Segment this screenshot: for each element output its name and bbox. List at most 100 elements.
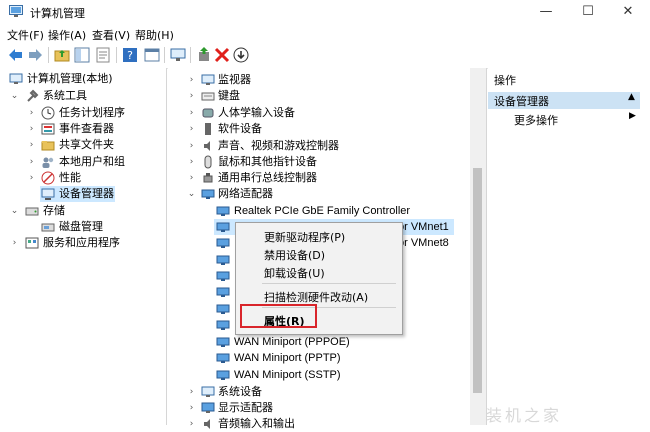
device-item-label: Realtek PCIe GbE Family Controller (234, 205, 411, 217)
uninstall-icon[interactable] (213, 46, 231, 64)
chevron-right-icon[interactable]: › (187, 121, 196, 137)
device-item[interactable]: WAN Miniport (PPPOE) (168, 334, 468, 350)
device-category-display[interactable]: › 显示适配器 (168, 400, 468, 416)
tree-item-storage[interactable]: ⌄ 存储 (0, 203, 166, 219)
tree-item-label: 任务计划程序 (59, 106, 125, 119)
highlight-box (240, 304, 317, 328)
help-icon[interactable]: ? (121, 46, 139, 64)
chevron-right-icon[interactable]: › (187, 416, 196, 432)
show-tree-icon[interactable] (73, 46, 91, 64)
tree-item-label: 存储 (43, 204, 65, 217)
tree-item-shared-folders[interactable]: › 共享文件夹 (0, 137, 166, 153)
mouse-icon (204, 155, 212, 169)
scrollbar-thumb[interactable] (473, 168, 482, 393)
collapse-up-icon[interactable]: ▲ (628, 92, 635, 102)
tree-item-local-users[interactable]: › 本地用户和组 (0, 154, 166, 170)
device-item[interactable]: WAN Miniport (PPTP) (168, 350, 468, 366)
forward-icon[interactable] (26, 46, 44, 64)
device-item-label: WAN Miniport (PPTP) (234, 352, 341, 364)
tree-item-performance[interactable]: › 性能 (0, 170, 166, 186)
network-adapter-icon (201, 189, 215, 199)
console-icon[interactable] (143, 46, 161, 64)
chevron-right-icon[interactable]: › (187, 88, 196, 104)
tree-item-disk-management[interactable]: 磁盘管理 (0, 219, 166, 235)
device-category-hid[interactable]: › 人体学输入设备 (168, 105, 468, 121)
device-category-system[interactable]: › 系统设备 (168, 384, 468, 400)
tools-icon (27, 89, 39, 102)
chevron-right-icon[interactable]: › (187, 105, 196, 121)
shared-folder-icon (41, 141, 55, 151)
device-category-audio-io[interactable]: › 音频输入和输出 (168, 416, 468, 432)
actions-header: 操作 (494, 74, 516, 87)
device-category-network[interactable]: ⌄ 网络适配器 (168, 186, 468, 202)
tree-item-services-apps[interactable]: › 服务和应用程序 (0, 235, 166, 251)
menu-view[interactable]: 查看(V) (92, 27, 130, 43)
device-category-monitors[interactable]: › 监视器 (168, 72, 468, 88)
chevron-right-icon[interactable]: › (187, 384, 196, 400)
actions-section-device-manager[interactable]: 设备管理器 ▲ (488, 92, 640, 109)
chevron-right-icon[interactable]: › (27, 170, 36, 186)
device-category-label: 系统设备 (218, 385, 262, 398)
device-category-keyboards[interactable]: › 键盘 (168, 88, 468, 104)
menu-item-scan-hardware[interactable]: 扫描检测硬件改动(A) (264, 289, 368, 305)
minimize-button[interactable]: — (524, 0, 568, 24)
device-category-sound[interactable]: › 声音、视频和游戏控制器 (168, 138, 468, 154)
properties-icon[interactable] (94, 46, 112, 64)
update-driver-icon[interactable] (195, 46, 213, 64)
tree-item-system-tools[interactable]: ⌄ 系统工具 (0, 88, 166, 104)
menu-item-uninstall-device[interactable]: 卸载设备(U) (264, 265, 325, 281)
services-icon (25, 237, 39, 249)
device-category-label: 音频输入和输出 (218, 417, 295, 430)
more-actions-item[interactable]: 更多操作 ▶ (488, 111, 648, 127)
device-category-label: 监视器 (218, 73, 251, 86)
device-item[interactable]: Realtek PCIe GbE Family Controller (168, 203, 468, 219)
device-item[interactable]: WAN Miniport (SSTP) (168, 367, 468, 383)
download-icon[interactable] (232, 46, 250, 64)
chevron-right-icon[interactable]: › (187, 72, 196, 88)
monitor-icon[interactable] (169, 46, 187, 64)
maximize-button[interactable]: ☐ (566, 0, 610, 24)
close-button[interactable]: ✕ (606, 0, 650, 24)
tree-item-device-manager[interactable]: 设备管理器 (40, 186, 115, 202)
chevron-right-icon[interactable]: › (187, 138, 196, 154)
tree-item-label: 系统工具 (43, 89, 87, 102)
chevron-right-icon[interactable]: › (187, 154, 196, 170)
device-category-software[interactable]: › 软件设备 (168, 121, 468, 137)
tree-item-computer-management[interactable]: 计算机管理(本地) (0, 71, 166, 87)
tree-item-label: 本地用户和组 (59, 155, 125, 168)
up-folder-icon[interactable] (53, 46, 71, 64)
menu-item-disable-device[interactable]: 禁用设备(D) (264, 247, 325, 263)
window-title: 计算机管理 (30, 7, 85, 20)
chevron-right-icon[interactable]: › (10, 235, 19, 251)
chevron-right-icon[interactable]: › (27, 137, 36, 153)
tree-item-label: 事件查看器 (59, 122, 114, 135)
chevron-down-icon[interactable]: ⌄ (187, 186, 196, 202)
menu-action[interactable]: 操作(A) (48, 27, 86, 43)
chevron-down-icon[interactable]: ⌄ (10, 88, 19, 104)
menu-help[interactable]: 帮助(H) (135, 27, 174, 43)
back-icon[interactable] (7, 46, 25, 64)
device-category-mouse[interactable]: › 鼠标和其他指针设备 (168, 154, 468, 170)
computer-management-icon (9, 73, 23, 84)
network-card-icon (216, 206, 230, 216)
chevron-right-icon[interactable]: › (187, 400, 196, 416)
device-manager-icon (41, 188, 55, 200)
device-category-label: 通用串行总线控制器 (218, 171, 317, 184)
chevron-down-icon[interactable]: ⌄ (10, 203, 19, 219)
chevron-right-icon[interactable]: › (27, 105, 36, 121)
chevron-right-icon[interactable]: › (27, 121, 36, 137)
network-card-icon (216, 320, 230, 330)
toolbar-separator (48, 47, 49, 63)
network-card-icon (216, 222, 230, 232)
tree-item-task-scheduler[interactable]: › 任务计划程序 (0, 105, 166, 121)
chevron-right-icon[interactable]: › (187, 170, 196, 186)
chevron-right-icon[interactable]: › (27, 154, 36, 170)
keyboard-icon (201, 92, 215, 101)
menu-item-update-driver[interactable]: 更新驱动程序(P) (264, 229, 345, 245)
device-tree-scrollbar[interactable] (470, 68, 486, 425)
device-category-usb[interactable]: › 通用串行总线控制器 (168, 170, 468, 186)
tree-item-label: 共享文件夹 (59, 138, 114, 151)
tree-item-event-viewer[interactable]: › 事件查看器 (0, 121, 166, 137)
toolbar-separator (116, 47, 117, 63)
menu-file[interactable]: 文件(F) (7, 27, 44, 43)
